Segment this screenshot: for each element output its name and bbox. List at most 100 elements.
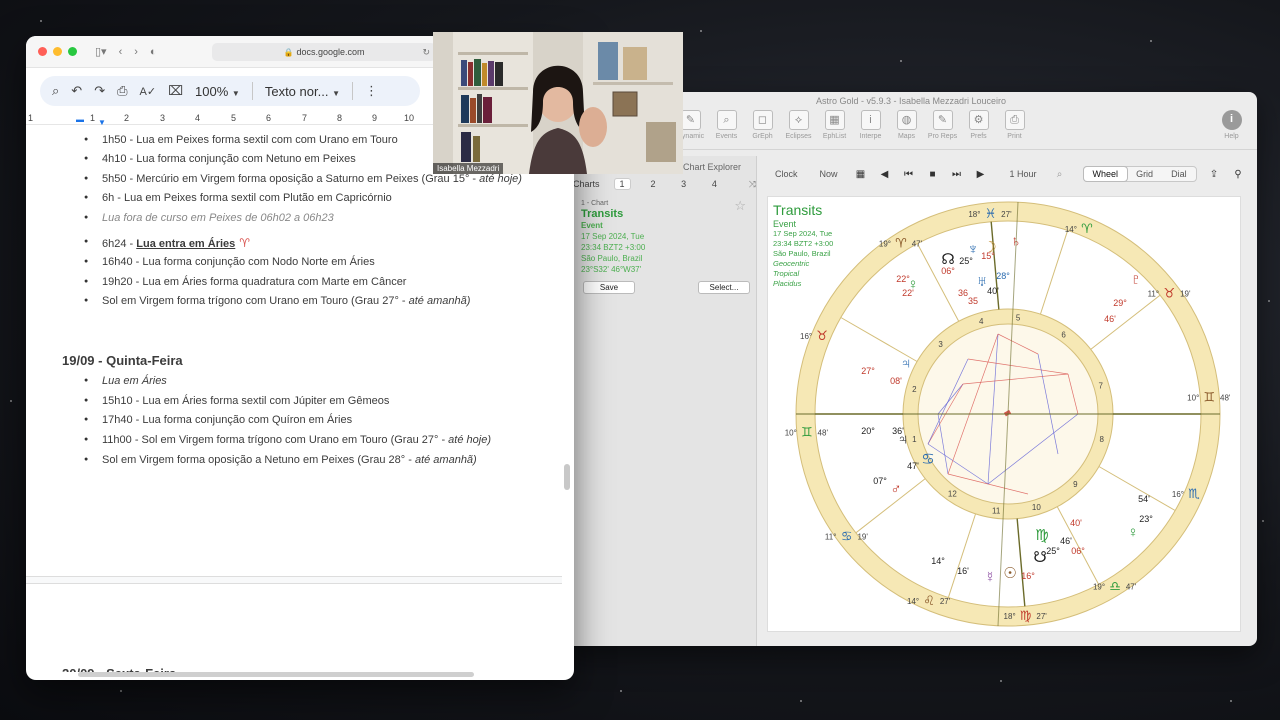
planet-degree-label: 28° — [996, 271, 1010, 281]
undo-icon[interactable]: ↶ — [71, 83, 82, 99]
privacy-shield-icon[interactable]: ◐ — [150, 46, 157, 58]
list-item-italic: até hoje) — [479, 173, 522, 185]
day-heading-19[interactable]: 19/09 - Quinta-Feira — [62, 353, 183, 368]
docs-toolbar: ⌕ ↶ ↷ ⎙ A✓ ⌧ 100% ▼ Texto nor... ▼ ⋮ — [40, 76, 420, 106]
select-button[interactable]: Select... — [698, 281, 750, 294]
chart-tab-1[interactable]: 1 — [613, 178, 631, 190]
share-icon[interactable]: ⇪ — [1205, 169, 1223, 180]
list-item[interactable]: 6h - Lua em Peixes forma sextil com Plut… — [84, 192, 392, 204]
list-item[interactable]: 19h20 - Lua em Áries forma quadratura co… — [84, 276, 407, 288]
vertical-scrollbar[interactable] — [564, 464, 570, 490]
redo-icon[interactable]: ↷ — [94, 83, 105, 99]
chart-tab-2[interactable]: 2 — [645, 179, 662, 189]
list-item[interactable]: 4h10 - Lua forma conjunção com Netuno em… — [84, 153, 356, 165]
grid-tab[interactable]: Grid — [1127, 167, 1162, 181]
url-text: docs.google.com — [296, 47, 365, 57]
list-item[interactable]: 5h50 - Mercúrio em Virgem forma oposição… — [84, 173, 522, 185]
print-icon[interactable]: ⎙ — [117, 83, 127, 99]
step-back-icon[interactable]: ◀ — [876, 169, 894, 180]
zodiac-sign-icon: ♍ — [1020, 608, 1032, 623]
house-number: 4 — [979, 317, 984, 326]
toolbar-label: Prefs — [970, 133, 987, 140]
star-icon[interactable]: ☆ — [734, 199, 746, 212]
planet-degree-label: 14° — [931, 556, 945, 566]
zodiac-sign-icon: ♎ — [1109, 578, 1121, 593]
now-button[interactable]: Now — [812, 167, 846, 181]
planet-degree-label: 16' — [957, 566, 969, 576]
toolbar-print-button[interactable]: ⎙ Print — [997, 110, 1032, 149]
forward-icon[interactable]: › — [134, 46, 138, 58]
paint-format-icon[interactable]: ⌧ — [168, 83, 183, 99]
list-item[interactable]: Lua em Áries — [84, 375, 167, 387]
zodiac-sign-icon: ♌ — [923, 593, 935, 608]
first-line-indent-icon[interactable]: ▼ — [98, 118, 106, 127]
toolbar-prefs-button[interactable]: ⚙ Prefs — [961, 110, 996, 149]
ruler-number: 7 — [302, 113, 308, 123]
close-window-button[interactable] — [38, 47, 47, 56]
planet-degree-label: 06° — [1071, 546, 1085, 556]
toolbar-pro-reps-button[interactable]: ✎ Pro Reps — [925, 110, 960, 149]
webcam-overlay: Isabella Mezzadri — [433, 32, 683, 174]
toolbar-events-button[interactable]: ⌕ Events — [709, 110, 744, 149]
chart-tab-3[interactable]: 3 — [675, 179, 692, 189]
list-item[interactable]: 17h40 - Lua forma conjunção com Quíron e… — [84, 414, 352, 426]
chart-tab-4[interactable]: 4 — [706, 179, 723, 189]
chart-card[interactable]: 1 - Chart Transits Event 17 Sep 2024, Tu… — [581, 198, 750, 275]
cusp-degree-label: 10° — [785, 429, 797, 438]
ruler-number: 5 — [231, 113, 237, 123]
dial-tab[interactable]: Dial — [1162, 167, 1196, 181]
events-icon: ⌕ — [716, 110, 737, 130]
toolbar-help-button[interactable]: i Help — [1214, 110, 1249, 149]
list-item[interactable]: 16h40 - Lua forma conjunção com Nodo Nor… — [84, 256, 375, 268]
play-icon[interactable]: ▶ — [972, 169, 990, 180]
list-item-text: Lua fora de curso em Peixes de 06h02 a 0… — [102, 212, 334, 224]
search-icon[interactable]: ⌕ — [1051, 169, 1069, 180]
search-menus-icon[interactable]: ⌕ — [52, 83, 59, 99]
list-item[interactable]: Lua fora de curso em Peixes de 06h02 a 0… — [84, 212, 334, 224]
save-button[interactable]: Save — [583, 281, 635, 294]
ruler-number: 8 — [337, 113, 343, 123]
list-item[interactable]: 15h10 - Lua em Áries forma sextil com Jú… — [84, 395, 389, 407]
wheel-tab[interactable]: Wheel — [1083, 167, 1128, 181]
back-icon[interactable]: ‹ — [119, 46, 123, 58]
planet-degree-label: 20° — [861, 426, 875, 436]
shuffle-icon[interactable]: ⤨ — [749, 179, 756, 190]
list-item[interactable]: 1h50 - Lua em Peixes forma sextil com co… — [84, 134, 398, 146]
spellcheck-icon[interactable]: A✓ — [140, 85, 157, 98]
toolbar-maps-button[interactable]: ◍ Maps — [889, 110, 924, 149]
ephlist-icon: ▦ — [824, 110, 845, 130]
step-select[interactable]: 1 Hour — [1002, 167, 1045, 181]
stop-icon[interactable]: ■ — [924, 169, 942, 180]
list-item-link[interactable]: Lua entra em Áries — [136, 238, 235, 250]
list-item[interactable]: 6h24 - Lua entra em Áries ♈ — [84, 236, 251, 250]
toolbar-eclipses-button[interactable]: ⟡ Eclipses — [781, 110, 816, 149]
toolbar-greph-button[interactable]: ◻ GrEph — [745, 110, 780, 149]
calendar-icon[interactable]: ▦ — [852, 169, 870, 180]
skip-forward-icon[interactable]: ⏭ — [948, 169, 966, 180]
zoom-select[interactable]: 100% ▼ — [195, 84, 240, 99]
minimize-window-button[interactable] — [53, 47, 62, 56]
pin-icon[interactable]: ⚲ — [1229, 169, 1247, 180]
list-item[interactable]: Sol em Virgem forma trígono com Urano em… — [84, 295, 470, 307]
toolbar-ephlist-button[interactable]: ▦ EphList — [817, 110, 852, 149]
indent-marker-icon[interactable]: ▬ — [76, 115, 84, 124]
cusp-degree-label: 14° — [907, 597, 919, 606]
document-body[interactable]: 1h50 - Lua em Peixes forma sextil com co… — [26, 128, 574, 578]
aries-icon: ♈ — [239, 236, 251, 250]
skip-back-icon[interactable]: ⏮ — [900, 169, 918, 180]
list-item[interactable]: Sol em Virgem forma oposição a Netuno em… — [84, 454, 477, 466]
planet-degree-label: 23° — [1139, 514, 1153, 524]
zoom-window-button[interactable] — [68, 47, 77, 56]
list-item[interactable]: 11h00 - Sol em Virgem forma trígono com … — [84, 434, 491, 446]
chart-wheel[interactable]: 1234 56789101112♓18° 27'♈14°♉11° 19'♊10° 48'… — [768, 197, 1242, 633]
style-select[interactable]: Texto nor... ▼ — [265, 84, 340, 99]
address-bar[interactable]: 🔒 docs.google.com ↻ — [212, 43, 436, 61]
more-options-icon[interactable]: ⋮ — [365, 83, 378, 99]
house-number: 12 — [948, 489, 957, 498]
reload-icon[interactable]: ↻ — [422, 43, 430, 61]
zodiac-sign-icon: ♈ — [895, 236, 907, 251]
toolbar-interpe-button[interactable]: i Interpe — [853, 110, 888, 149]
horizontal-scrollbar[interactable] — [78, 672, 474, 677]
sidebar-toggle-icon[interactable]: ▯▾ — [95, 45, 107, 58]
clock-button[interactable]: Clock — [767, 167, 806, 181]
